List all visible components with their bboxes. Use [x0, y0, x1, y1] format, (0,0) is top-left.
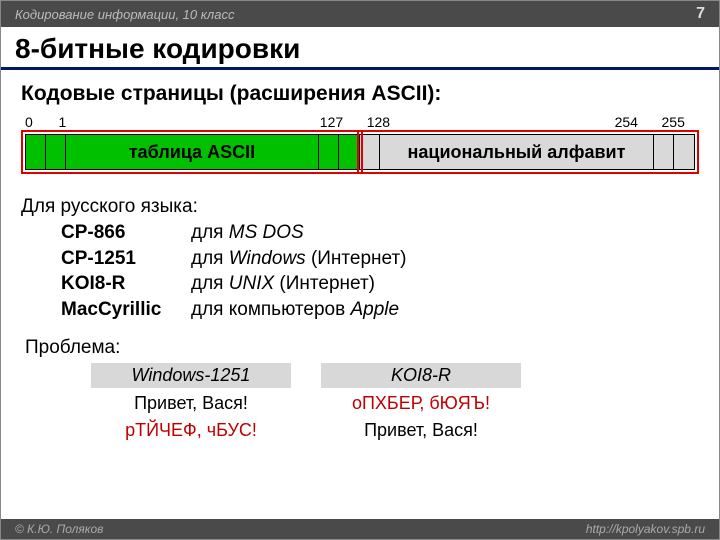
label-255: 255 — [662, 114, 685, 130]
footer-url: http://kpolyakov.spb.ru — [586, 522, 705, 536]
example-columns: Windows-1251 Привет, Вася! рТЙЧЕФ, чБУС!… — [91, 363, 699, 443]
label-128: 128 — [367, 114, 390, 130]
slide-footer: © К.Ю. Поляков http://kpolyakov.spb.ru — [1, 519, 719, 539]
page-number: 7 — [696, 5, 705, 23]
label-0: 0 — [25, 114, 33, 130]
byte-diagram: 0 1 127 128 254 255 таблица ASCII национ… — [25, 114, 695, 178]
content: Кодовые страницы (расширения ASCII): 0 1… — [1, 70, 719, 442]
label-254: 254 — [615, 114, 638, 130]
slide-header: Кодирование информации, 10 класс 7 — [1, 1, 719, 27]
problem-label: Проблема: — [25, 337, 699, 359]
col-koi8: KOI8-R оПХБЕР, бЮЯЪ! Привет, Вася! — [321, 363, 521, 443]
list-item: KOI8-R для UNIX (Интернет) — [61, 271, 699, 297]
slide-title: 8-битные кодировки — [1, 27, 719, 70]
list-item: CP-866 для MS DOS — [61, 220, 699, 246]
cp-code: CP-1251 — [61, 246, 191, 272]
ascii-segment: таблица ASCII — [26, 135, 360, 169]
sample-garbled: рТЙЧЕФ, чБУС! — [91, 419, 291, 442]
cp-desc: для Windows (Интернет) — [191, 246, 407, 272]
sample-ok: Привет, Вася! — [91, 392, 291, 415]
national-segment: национальный алфавит — [360, 135, 694, 169]
cp-code: CP-866 — [61, 220, 191, 246]
codepage-list: CP-866 для MS DOS CP-1251 для Windows (И… — [61, 220, 699, 323]
col-head: Windows-1251 — [91, 363, 291, 388]
col-head: KOI8-R — [321, 363, 521, 388]
cp-desc: для MS DOS — [191, 220, 304, 246]
cp-code: MacCyrillic — [61, 297, 191, 323]
list-item: CP-1251 для Windows (Интернет) — [61, 246, 699, 272]
cp-desc: для компьютеров Apple — [191, 297, 399, 323]
subtitle: Кодовые страницы (расширения ASCII): — [21, 82, 699, 106]
national-label: национальный алфавит — [380, 135, 654, 169]
col-windows: Windows-1251 Привет, Вася! рТЙЧЕФ, чБУС! — [91, 363, 291, 443]
copyright: © К.Ю. Поляков — [15, 522, 103, 536]
byte-bar: таблица ASCII национальный алфавит — [25, 134, 695, 170]
sample-garbled: оПХБЕР, бЮЯЪ! — [321, 392, 521, 415]
list-item: MacCyrillic для компьютеров Apple — [61, 297, 699, 323]
ascii-label: таблица ASCII — [66, 135, 319, 169]
topic: Кодирование информации, 10 класс — [15, 7, 234, 22]
cp-code: KOI8-R — [61, 271, 191, 297]
list-intro: Для русского языка: — [21, 196, 699, 218]
diagram-labels: 0 1 127 128 254 255 — [25, 114, 695, 132]
label-1: 1 — [59, 114, 67, 130]
cp-desc: для UNIX (Интернет) — [191, 271, 375, 297]
sample-ok: Привет, Вася! — [321, 419, 521, 442]
label-127: 127 — [320, 114, 343, 130]
